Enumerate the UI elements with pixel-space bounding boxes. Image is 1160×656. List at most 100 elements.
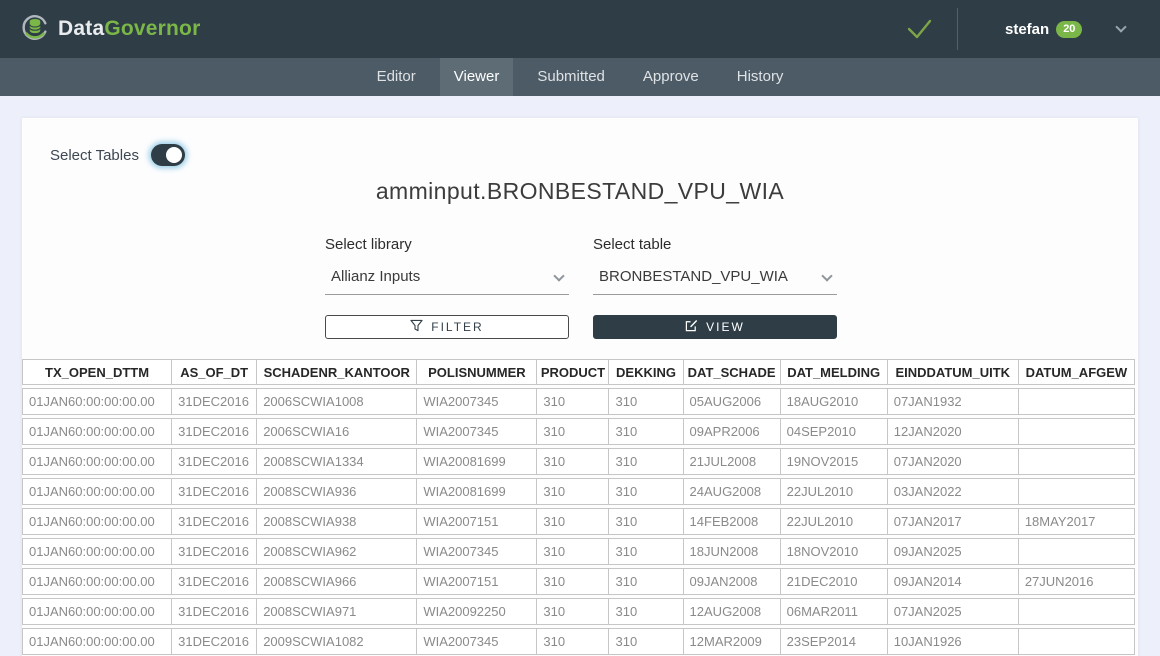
content-card: Select Tables amminput.BRONBESTAND_VPU_W…	[22, 118, 1138, 656]
column-header: PRODUCT	[537, 359, 609, 385]
table-header-row: TX_OPEN_DTTMAS_OF_DTSCHADENR_KANTOORPOLI…	[22, 359, 1135, 385]
table-cell	[1019, 538, 1135, 565]
table-cell: 21JUL2008	[684, 448, 781, 475]
user-badge: 20	[1056, 21, 1082, 38]
tab-approve[interactable]: Approve	[629, 58, 713, 96]
table-cell: 310	[609, 478, 683, 505]
table-cell	[1019, 598, 1135, 625]
select-tables-row: Select Tables	[50, 144, 185, 166]
table-cell: 310	[609, 628, 683, 655]
table-cell: 310	[537, 628, 609, 655]
table-cell: 12JAN2020	[888, 418, 1019, 445]
tab-viewer[interactable]: Viewer	[440, 58, 514, 96]
table-cell: 31DEC2016	[172, 418, 257, 445]
table-cell: 07JAN1932	[888, 388, 1019, 415]
chevron-down-icon	[553, 270, 564, 281]
table-cell: 310	[537, 478, 609, 505]
table-cell: 31DEC2016	[172, 508, 257, 535]
table-cell: 01JAN60:00:00:00.00	[22, 478, 172, 505]
toggle-knob	[166, 147, 182, 163]
table-cell: 18JUN2008	[684, 538, 781, 565]
table-cell: 01JAN60:00:00:00.00	[22, 568, 172, 595]
filter-button-label: FILTER	[431, 320, 483, 334]
table-row: 01JAN60:00:00:00.0031DEC20162008SCWIA971…	[22, 598, 1135, 625]
table-cell: 09JAN2008	[684, 568, 781, 595]
table-cell	[1019, 448, 1135, 475]
table-cell: 31DEC2016	[172, 538, 257, 565]
table-cell: 07JAN2020	[888, 448, 1019, 475]
table-row: 01JAN60:00:00:00.0031DEC20162009SCWIA108…	[22, 628, 1135, 655]
table-cell: 310	[537, 568, 609, 595]
table-cell: 310	[537, 388, 609, 415]
table-cell: 05AUG2006	[684, 388, 781, 415]
table-cell: 18NOV2010	[781, 538, 888, 565]
table-cell: 310	[537, 598, 609, 625]
user-name: stefan	[1005, 21, 1049, 38]
user-menu[interactable]: stefan 20	[1005, 0, 1125, 58]
table-row: 01JAN60:00:00:00.0031DEC20162008SCWIA133…	[22, 448, 1135, 475]
table-cell: 03JAN2022	[888, 478, 1019, 505]
table-cell: 12MAR2009	[684, 628, 781, 655]
table-cell: 2008SCWIA936	[257, 478, 417, 505]
table-cell: WIA2007345	[417, 628, 537, 655]
table-cell	[1019, 388, 1135, 415]
table-cell: WIA20081699	[417, 448, 537, 475]
view-button-label: VIEW	[706, 320, 745, 334]
library-select-value: Allianz Inputs	[331, 268, 420, 285]
table-cell: 01JAN60:00:00:00.00	[22, 508, 172, 535]
view-button[interactable]: VIEW	[593, 315, 837, 339]
table-cell: 2006SCWIA16	[257, 418, 417, 445]
table-cell: 01JAN60:00:00:00.00	[22, 598, 172, 625]
table-cell: 06MAR2011	[781, 598, 888, 625]
table-select: Select table BRONBESTAND_VPU_WIA	[593, 236, 837, 295]
data-table: TX_OPEN_DTTMAS_OF_DTSCHADENR_KANTOORPOLI…	[22, 356, 1135, 656]
table-cell: WIA2007345	[417, 418, 537, 445]
table-cell: 310	[609, 538, 683, 565]
table-select-label: Select table	[593, 236, 837, 253]
chevron-down-icon	[821, 270, 832, 281]
table-cell: 310	[609, 418, 683, 445]
table-cell: 310	[537, 538, 609, 565]
column-header: DEKKING	[609, 359, 683, 385]
tab-editor[interactable]: Editor	[363, 58, 430, 96]
tab-history[interactable]: History	[723, 58, 798, 96]
table-row: 01JAN60:00:00:00.0031DEC20162008SCWIA936…	[22, 478, 1135, 505]
table-cell: 07JAN2025	[888, 598, 1019, 625]
nav-bar: Editor Viewer Submitted Approve History	[0, 58, 1160, 96]
table-cell: 21DEC2010	[781, 568, 888, 595]
select-tables-toggle[interactable]	[151, 144, 185, 166]
table-cell: 07JAN2017	[888, 508, 1019, 535]
table-cell: 310	[609, 508, 683, 535]
column-header: POLISNUMMER	[417, 359, 537, 385]
page-title: amminput.BRONBESTAND_VPU_WIA	[22, 178, 1138, 205]
table-cell: WIA2007345	[417, 538, 537, 565]
table-cell: WIA20092250	[417, 598, 537, 625]
logo: DataGovernor	[20, 0, 200, 58]
database-sync-icon	[20, 12, 50, 47]
logo-text: DataGovernor	[58, 17, 200, 41]
library-select: Select library Allianz Inputs	[325, 236, 569, 295]
column-header: SCHADENR_KANTOOR	[257, 359, 417, 385]
tab-submitted[interactable]: Submitted	[523, 58, 619, 96]
table-cell: 31DEC2016	[172, 448, 257, 475]
table-cell: 22JUL2010	[781, 508, 888, 535]
table-select-value: BRONBESTAND_VPU_WIA	[599, 268, 788, 285]
table-cell: 2008SCWIA1334	[257, 448, 417, 475]
table-cell: 2009SCWIA1082	[257, 628, 417, 655]
table-cell: 04SEP2010	[781, 418, 888, 445]
filter-button[interactable]: FILTER	[325, 315, 569, 339]
table-cell: 27JUN2016	[1019, 568, 1135, 595]
library-select-label: Select library	[325, 236, 569, 253]
table-cell: 19NOV2015	[781, 448, 888, 475]
table-cell: 310	[609, 388, 683, 415]
table-select-dropdown[interactable]: BRONBESTAND_VPU_WIA	[593, 266, 837, 295]
table-cell: WIA2007151	[417, 568, 537, 595]
table-cell: 09JAN2025	[888, 538, 1019, 565]
table-cell: 01JAN60:00:00:00.00	[22, 418, 172, 445]
column-header: TX_OPEN_DTTM	[22, 359, 172, 385]
table-cell: WIA2007345	[417, 388, 537, 415]
table-row: 01JAN60:00:00:00.0031DEC20162008SCWIA962…	[22, 538, 1135, 565]
table-cell: 2006SCWIA1008	[257, 388, 417, 415]
library-select-dropdown[interactable]: Allianz Inputs	[325, 266, 569, 295]
table-cell: 2008SCWIA966	[257, 568, 417, 595]
